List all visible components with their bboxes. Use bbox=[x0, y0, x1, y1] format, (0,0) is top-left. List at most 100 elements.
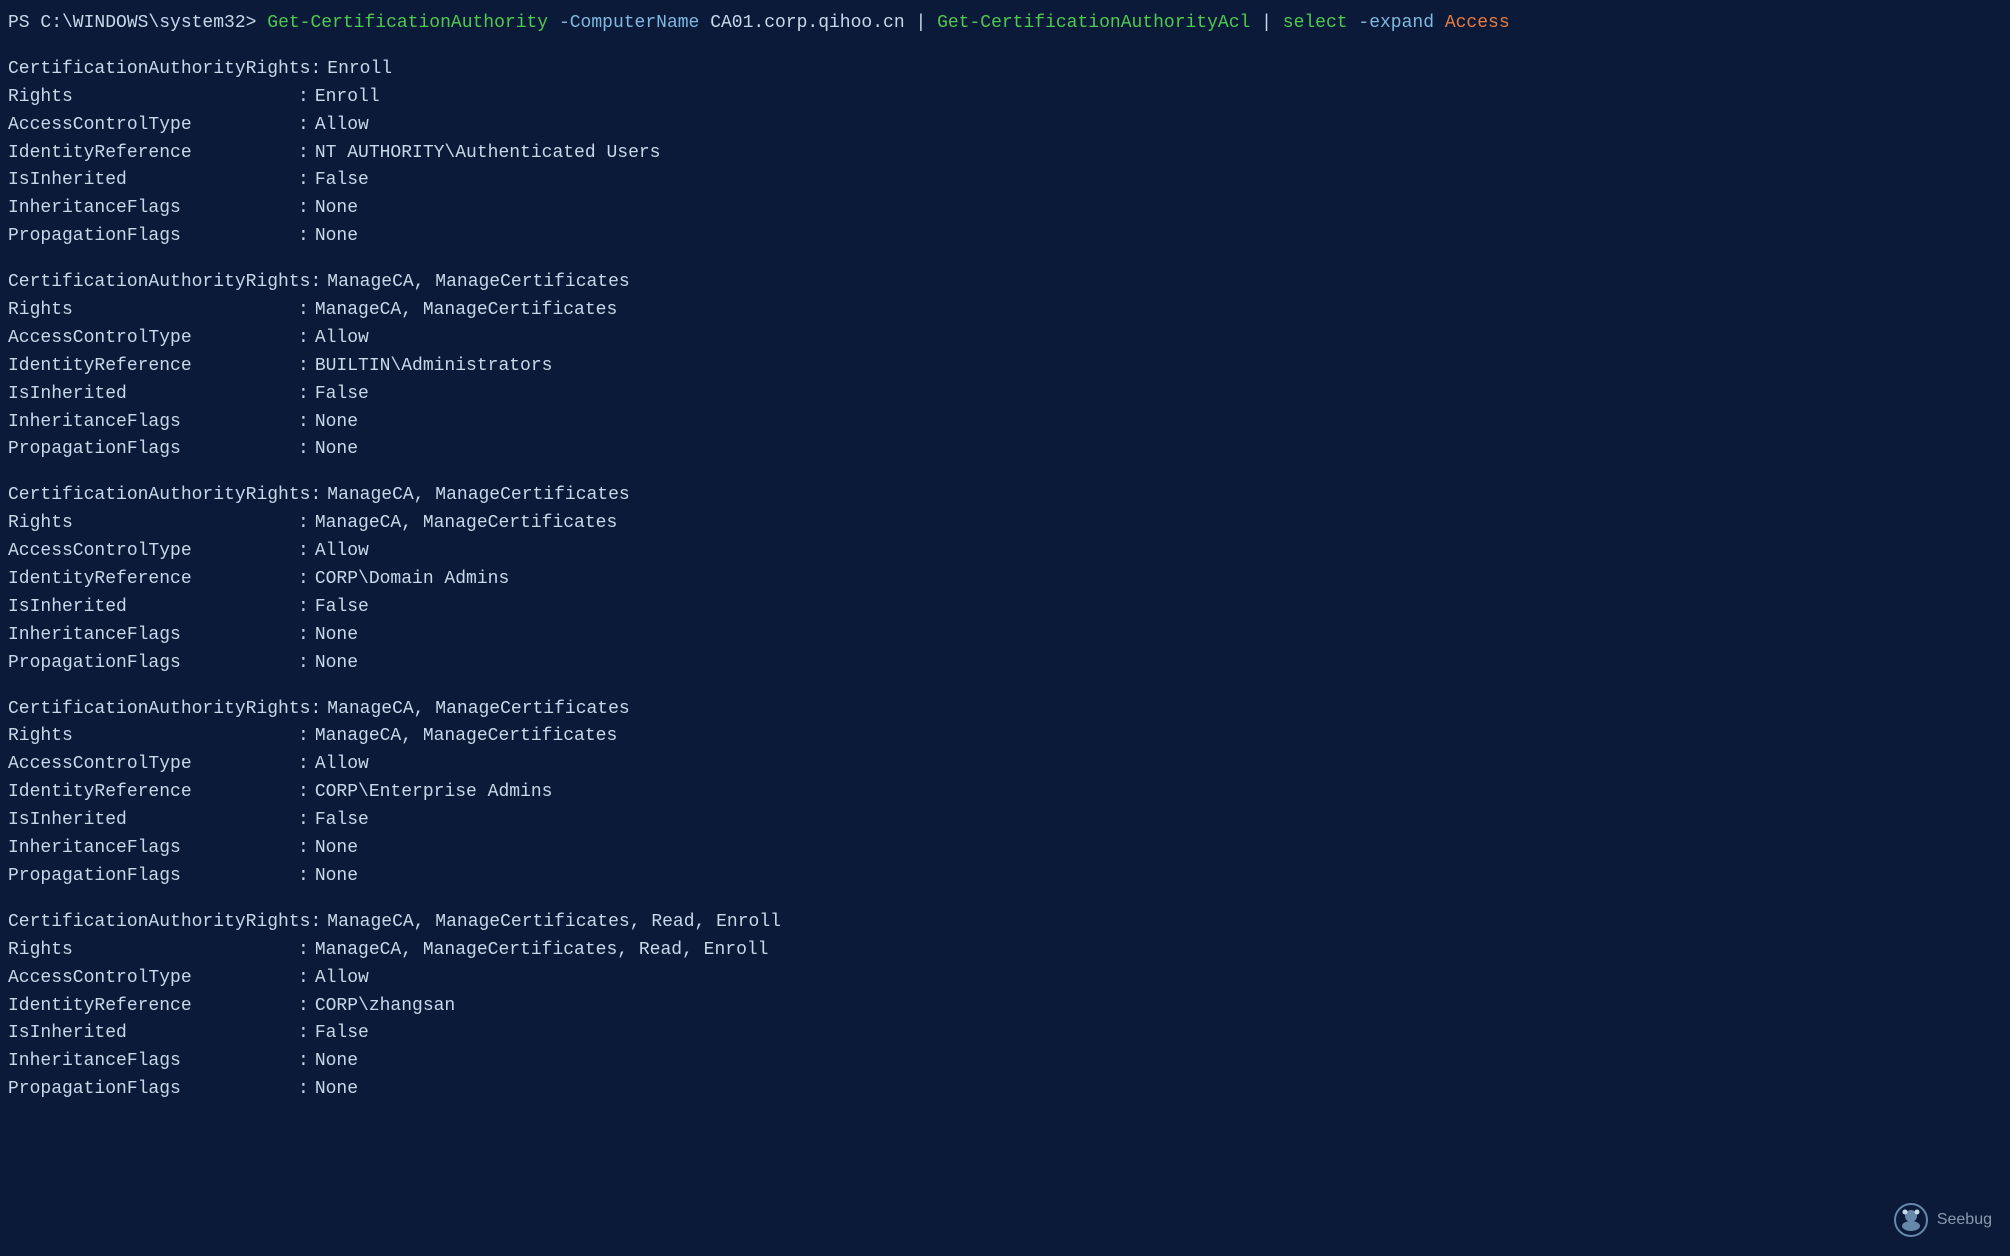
field-name: IdentityReference bbox=[8, 140, 298, 168]
field-separator: : bbox=[298, 140, 309, 168]
field-name: CertificationAuthorityRights bbox=[8, 909, 310, 937]
field-name: InheritanceFlags bbox=[8, 622, 298, 650]
field-value: BUILTIN\Administrators bbox=[315, 353, 553, 381]
field-separator: : bbox=[298, 751, 309, 779]
field-name: IsInherited bbox=[8, 381, 298, 409]
entry-row-isinherited: IsInherited: False bbox=[8, 594, 2002, 622]
command-line: PS C:\WINDOWS\system32> Get-Certificatio… bbox=[8, 10, 2002, 38]
entry-row-isinherited: IsInherited: False bbox=[8, 807, 2002, 835]
field-value: CORP\Enterprise Admins bbox=[315, 779, 553, 807]
field-value: None bbox=[315, 1048, 358, 1076]
field-value: Allow bbox=[315, 538, 369, 566]
entry-row-propagationflags: PropagationFlags: None bbox=[8, 436, 2002, 464]
entry-row-certificationauthorityrights: CertificationAuthorityRights: ManageCA, … bbox=[8, 482, 2002, 510]
field-name: PropagationFlags bbox=[8, 223, 298, 251]
field-separator: : bbox=[298, 835, 309, 863]
field-name: CertificationAuthorityRights bbox=[8, 56, 310, 84]
entry-row-inheritanceflags: InheritanceFlags: None bbox=[8, 1048, 2002, 1076]
field-value: None bbox=[315, 436, 358, 464]
field-value: ManageCA, ManageCertificates bbox=[327, 269, 629, 297]
cmd-param1: -ComputerName bbox=[559, 13, 699, 33]
field-name: PropagationFlags bbox=[8, 863, 298, 891]
field-separator: : bbox=[310, 56, 321, 84]
field-name: IdentityReference bbox=[8, 779, 298, 807]
field-separator: : bbox=[298, 1048, 309, 1076]
entry-row-rights: Rights: ManageCA, ManageCertificates, Re… bbox=[8, 937, 2002, 965]
field-name: InheritanceFlags bbox=[8, 835, 298, 863]
entry-row-accesscontroltype: AccessControlType: Allow bbox=[8, 965, 2002, 993]
field-name: CertificationAuthorityRights bbox=[8, 696, 310, 724]
entry-row-identityreference: IdentityReference: CORP\zhangsan bbox=[8, 993, 2002, 1021]
field-name: AccessControlType bbox=[8, 751, 298, 779]
field-separator: : bbox=[298, 84, 309, 112]
field-name: IdentityReference bbox=[8, 566, 298, 594]
field-separator: : bbox=[298, 167, 309, 195]
field-name: AccessControlType bbox=[8, 325, 298, 353]
entry-row-accesscontroltype: AccessControlType: Allow bbox=[8, 325, 2002, 353]
field-separator: : bbox=[298, 510, 309, 538]
field-separator: : bbox=[298, 965, 309, 993]
entry-block-4: CertificationAuthorityRights: ManageCA, … bbox=[8, 909, 2002, 1104]
field-value: ManageCA, ManageCertificates bbox=[315, 723, 617, 751]
field-value: None bbox=[315, 835, 358, 863]
cmd-pipe1: | bbox=[915, 13, 926, 33]
entry-row-rights: Rights: ManageCA, ManageCertificates bbox=[8, 510, 2002, 538]
field-value: False bbox=[315, 167, 369, 195]
field-value: Enroll bbox=[315, 84, 380, 112]
entry-row-propagationflags: PropagationFlags: None bbox=[8, 863, 2002, 891]
entry-row-inheritanceflags: InheritanceFlags: None bbox=[8, 409, 2002, 437]
field-separator: : bbox=[298, 594, 309, 622]
field-separator: : bbox=[298, 779, 309, 807]
field-name: IdentityReference bbox=[8, 993, 298, 1021]
field-name: InheritanceFlags bbox=[8, 409, 298, 437]
field-name: PropagationFlags bbox=[8, 436, 298, 464]
field-name: AccessControlType bbox=[8, 538, 298, 566]
field-value: None bbox=[315, 650, 358, 678]
field-separator: : bbox=[298, 622, 309, 650]
field-value: CORP\Domain Admins bbox=[315, 566, 509, 594]
field-name: CertificationAuthorityRights bbox=[8, 269, 310, 297]
field-value: ManageCA, ManageCertificates, Read, Enro… bbox=[315, 937, 769, 965]
cmd-param2: -expand bbox=[1358, 13, 1434, 33]
entry-row-inheritanceflags: InheritanceFlags: None bbox=[8, 835, 2002, 863]
field-separator: : bbox=[298, 1020, 309, 1048]
field-value: None bbox=[315, 622, 358, 650]
field-value: ManageCA, ManageCertificates bbox=[315, 297, 617, 325]
cmd-pipe2: | bbox=[1261, 13, 1272, 33]
field-value: Allow bbox=[315, 325, 369, 353]
field-value: None bbox=[315, 409, 358, 437]
field-separator: : bbox=[298, 112, 309, 140]
entry-row-rights: Rights: ManageCA, ManageCertificates bbox=[8, 297, 2002, 325]
cmd-get-ca-acl: Get-CertificationAuthorityAcl bbox=[937, 13, 1250, 33]
entry-row-accesscontroltype: AccessControlType: Allow bbox=[8, 112, 2002, 140]
entry-row-isinherited: IsInherited: False bbox=[8, 167, 2002, 195]
field-value: None bbox=[315, 1076, 358, 1104]
field-separator: : bbox=[298, 436, 309, 464]
entry-block-2: CertificationAuthorityRights: ManageCA, … bbox=[8, 482, 2002, 677]
field-value: ManageCA, ManageCertificates bbox=[315, 510, 617, 538]
field-separator: : bbox=[298, 195, 309, 223]
field-separator: : bbox=[298, 807, 309, 835]
field-separator: : bbox=[310, 696, 321, 724]
entry-row-inheritanceflags: InheritanceFlags: None bbox=[8, 622, 2002, 650]
entry-row-certificationauthorityrights: CertificationAuthorityRights: ManageCA, … bbox=[8, 269, 2002, 297]
seebug-logo-icon bbox=[1893, 1202, 1929, 1238]
terminal-window: PS C:\WINDOWS\system32> Get-Certificatio… bbox=[0, 0, 2010, 1132]
field-value: Enroll bbox=[327, 56, 392, 84]
entry-row-isinherited: IsInherited: False bbox=[8, 381, 2002, 409]
field-name: IsInherited bbox=[8, 1020, 298, 1048]
field-name: IsInherited bbox=[8, 167, 298, 195]
field-name: Rights bbox=[8, 84, 298, 112]
field-name: AccessControlType bbox=[8, 965, 298, 993]
entry-row-propagationflags: PropagationFlags: None bbox=[8, 650, 2002, 678]
entry-row-certificationauthorityrights: CertificationAuthorityRights: ManageCA, … bbox=[8, 696, 2002, 724]
field-separator: : bbox=[298, 297, 309, 325]
seebug-label: Seebug bbox=[1937, 1211, 1992, 1229]
field-separator: : bbox=[298, 353, 309, 381]
entry-row-accesscontroltype: AccessControlType: Allow bbox=[8, 751, 2002, 779]
entry-row-rights: Rights: Enroll bbox=[8, 84, 2002, 112]
entry-row-isinherited: IsInherited: False bbox=[8, 1020, 2002, 1048]
field-name: AccessControlType bbox=[8, 112, 298, 140]
field-name: InheritanceFlags bbox=[8, 1048, 298, 1076]
entry-row-identityreference: IdentityReference: CORP\Domain Admins bbox=[8, 566, 2002, 594]
